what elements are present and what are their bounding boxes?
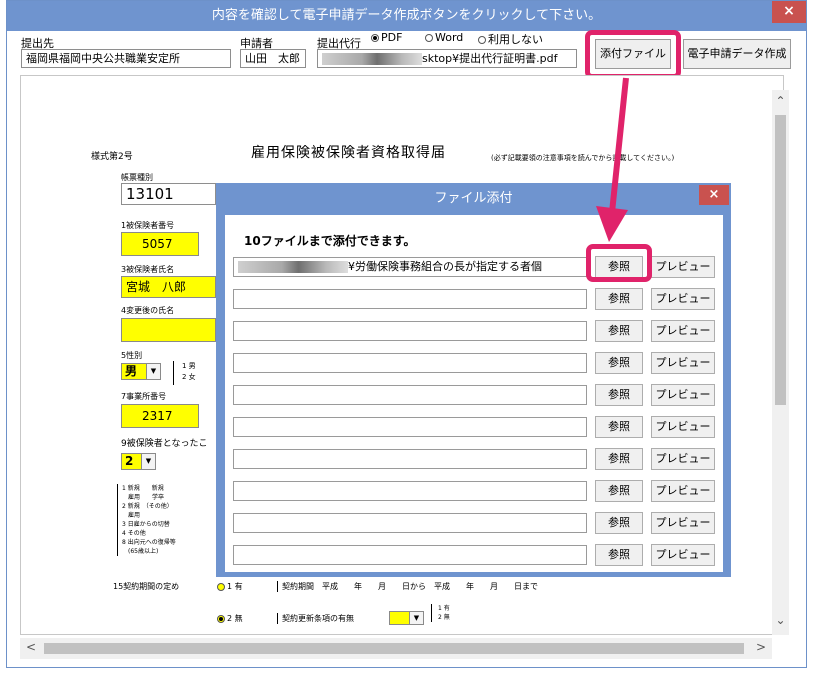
arrow-head [596, 206, 628, 242]
pointer-arrow-icon [596, 77, 629, 242]
arrow-shaft [608, 77, 629, 223]
